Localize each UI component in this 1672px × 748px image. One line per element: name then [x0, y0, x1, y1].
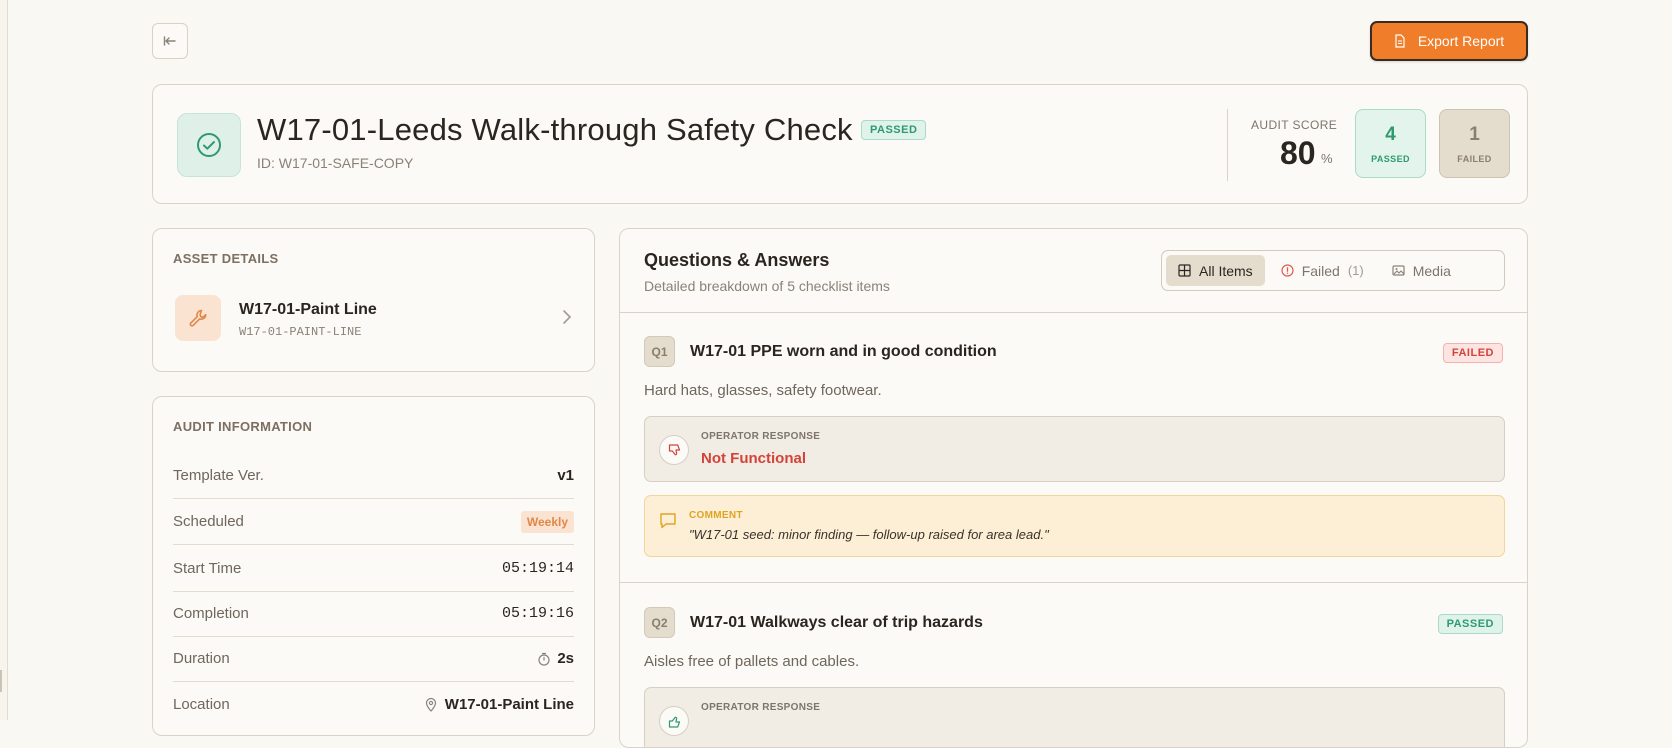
response-label: OPERATOR RESPONSE [701, 431, 821, 442]
question-number: Q2 [644, 607, 675, 638]
question-status-badge: FAILED [1442, 343, 1503, 363]
comment-box: COMMENT "W17-01 seed: minor finding — fo… [644, 495, 1505, 557]
location-value-group: W17-01-Paint Line [425, 696, 574, 713]
question-description: Aisles free of pallets and cables. [644, 653, 860, 670]
alert-circle-icon [1281, 264, 1294, 277]
info-key: Completion [173, 605, 249, 622]
check-circle-icon [197, 133, 221, 157]
tab-all-items[interactable]: All Items [1166, 255, 1265, 286]
image-icon [1392, 265, 1405, 276]
info-key: Scheduled [173, 513, 244, 530]
info-row-start-time: Start Time 05:19:14 [173, 546, 574, 592]
info-value: W17-01-Paint Line [444, 695, 574, 713]
tab-failed-count: (1) [1347, 263, 1364, 278]
audit-score-value: 80 [1280, 135, 1316, 171]
audit-score-unit: % [1321, 151, 1333, 166]
info-row-scheduled: Scheduled Weekly [173, 499, 574, 545]
info-value: 05:19:16 [501, 605, 574, 622]
info-value: 2s [557, 650, 574, 667]
audit-header-card: W17-01-Leeds Walk-through Safety Check P… [152, 84, 1528, 204]
info-row-duration: Duration 2s [173, 636, 574, 682]
grid-icon [1178, 264, 1191, 277]
qa-title: Questions & Answers [644, 250, 830, 270]
audit-information-card: AUDIT INFORMATION Template Ver. v1 Sched… [152, 396, 595, 736]
tab-media[interactable]: Media [1380, 255, 1463, 286]
thumbs-up-icon [668, 716, 680, 728]
comment-text: "W17-01 seed: minor finding — follow-up … [689, 527, 1049, 542]
response-icon-circle [659, 435, 689, 465]
info-key: Start Time [173, 560, 242, 577]
asset-details-card: ASSET DETAILS W17-01-Paint Line W17-01-P… [152, 228, 595, 372]
status-tile [177, 113, 241, 177]
back-button[interactable] [152, 23, 188, 59]
passed-label: PASSED [1371, 153, 1410, 164]
asset-details-title: ASSET DETAILS [173, 251, 279, 266]
export-report-button[interactable]: Export Report [1370, 21, 1528, 61]
document-icon [1395, 34, 1405, 48]
rail-handle[interactable] [0, 670, 2, 692]
question-divider [620, 582, 1527, 583]
map-pin-icon [425, 697, 436, 712]
questions-answers-card: Questions & Answers Detailed breakdown o… [619, 228, 1528, 748]
timer-icon [538, 652, 550, 666]
tab-media-label: Media [1412, 262, 1451, 279]
tab-failed-label: Failed [1301, 262, 1340, 279]
question-number: Q1 [644, 336, 675, 367]
audit-score-label: AUDIT SCORE [1251, 118, 1338, 132]
info-key: Template Ver. [173, 467, 264, 484]
asset-code: W17-01-PAINT-LINE [239, 325, 362, 339]
failed-stat: 1 FAILED [1439, 109, 1510, 178]
qa-filter-tabs: All Items Failed (1) Media [1161, 250, 1505, 291]
tab-all-items-label: All Items [1199, 262, 1253, 279]
audit-report-page: Export Report W17-01-Leeds Walk-through … [152, 0, 1528, 748]
info-row-template: Template Ver. v1 [173, 453, 574, 499]
operator-response-box: OPERATOR RESPONSE [644, 687, 1505, 747]
info-row-location: Location W17-01-Paint Line [173, 681, 574, 727]
page-title: W17-01-Leeds Walk-through Safety Check [257, 112, 853, 147]
comment-label: COMMENT [689, 510, 743, 521]
question-title: W17-01 Walkways clear of trip hazards [690, 614, 983, 631]
wrench-icon [189, 309, 207, 327]
asset-icon-tile [175, 295, 221, 341]
asset-name[interactable]: W17-01-Paint Line [239, 301, 377, 319]
audit-information-title: AUDIT INFORMATION [173, 419, 313, 434]
operator-response-box: OPERATOR RESPONSE Not Functional [644, 416, 1505, 482]
qa-subtitle: Detailed breakdown of 5 checklist items [644, 278, 890, 294]
thumbs-down-icon [668, 443, 680, 455]
status-badge: PASSED [861, 120, 927, 140]
left-rail [0, 0, 8, 720]
arrow-left-icon [163, 36, 176, 46]
question-title: W17-01 PPE worn and in good condition [690, 343, 997, 360]
passed-stat: 4 PASSED [1355, 109, 1426, 178]
question-status-badge: PASSED [1437, 614, 1503, 634]
header-divider [1227, 109, 1228, 181]
chevron-right-icon[interactable] [562, 309, 572, 325]
info-row-completion: Completion 05:19:16 [173, 591, 574, 637]
failed-count: 1 [1469, 123, 1480, 145]
export-report-label: Export Report [1417, 33, 1505, 49]
audit-id: ID: W17-01-SAFE-COPY [257, 155, 414, 171]
schedule-chip: Weekly [520, 510, 574, 533]
response-value: Not Functional [701, 450, 806, 467]
comment-icon [660, 513, 676, 529]
question-description: Hard hats, glasses, safety footwear. [644, 382, 882, 399]
duration-value-group: 2s [537, 650, 574, 667]
response-label: OPERATOR RESPONSE [701, 702, 821, 713]
response-icon-circle [659, 706, 689, 736]
qa-header-divider [620, 312, 1527, 313]
info-value: 05:19:14 [501, 560, 574, 577]
info-value: v1 [557, 467, 574, 484]
failed-label: FAILED [1457, 153, 1492, 164]
info-key: Location [173, 695, 230, 713]
info-key: Duration [173, 650, 230, 667]
passed-count: 4 [1385, 123, 1396, 145]
tab-failed[interactable]: Failed (1) [1269, 255, 1376, 286]
